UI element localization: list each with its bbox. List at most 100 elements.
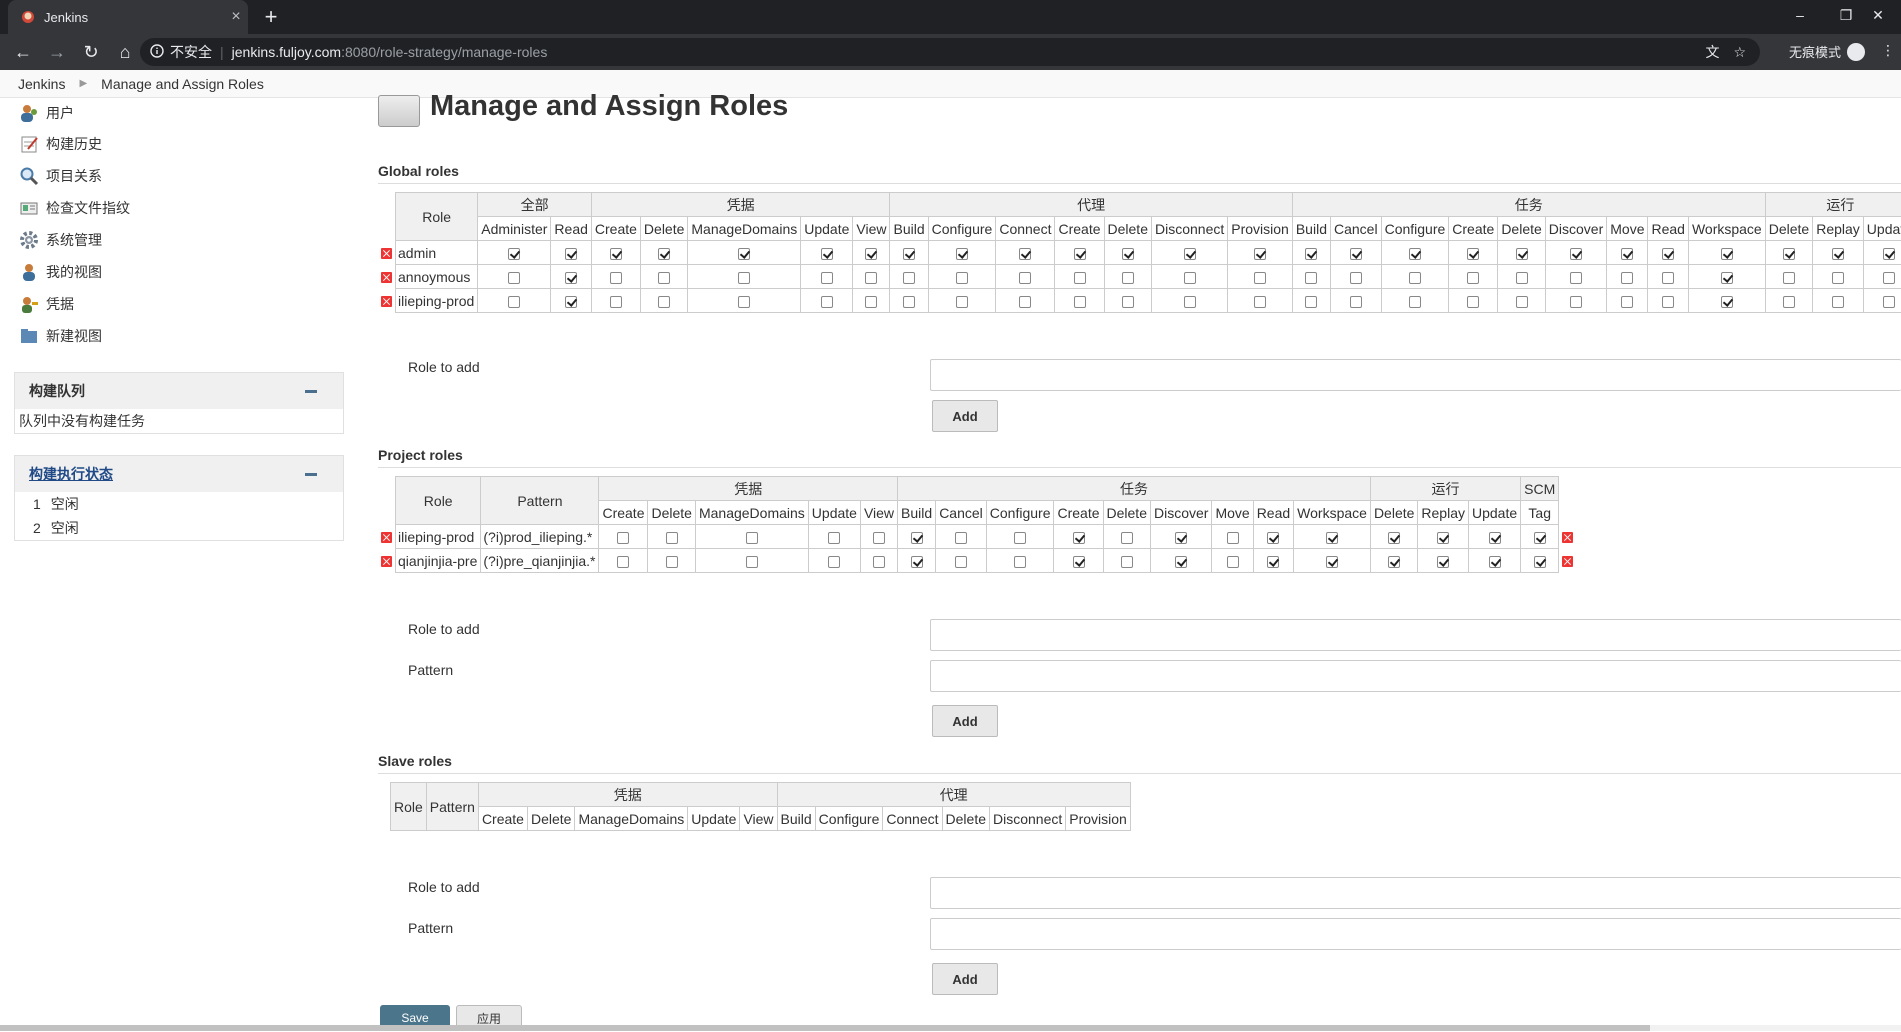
permission-checkbox[interactable] xyxy=(1074,272,1086,284)
permission-checkbox[interactable] xyxy=(1437,556,1449,568)
permission-checkbox[interactable] xyxy=(1467,248,1479,260)
permission-checkbox[interactable] xyxy=(1721,272,1733,284)
permission-checkbox[interactable] xyxy=(1074,296,1086,308)
permission-checkbox[interactable] xyxy=(1534,556,1546,568)
permission-checkbox[interactable] xyxy=(1073,556,1085,568)
executors-title[interactable]: 构建执行状态 xyxy=(29,464,113,484)
permission-checkbox[interactable] xyxy=(1721,296,1733,308)
slave-add-button[interactable]: Add xyxy=(932,963,998,995)
permission-checkbox[interactable] xyxy=(1388,532,1400,544)
permission-checkbox[interactable] xyxy=(1832,248,1844,260)
horizontal-scrollbar[interactable] xyxy=(0,1025,1901,1031)
permission-checkbox[interactable] xyxy=(1121,556,1133,568)
permission-checkbox[interactable] xyxy=(508,296,520,308)
sidebar-item-project-relationship[interactable]: 项目关系 xyxy=(18,164,102,188)
permission-checkbox[interactable] xyxy=(1409,272,1421,284)
permission-checkbox[interactable] xyxy=(865,248,877,260)
permission-checkbox[interactable] xyxy=(1019,272,1031,284)
collapse-icon[interactable] xyxy=(305,390,317,393)
project-pattern-input[interactable] xyxy=(930,660,1901,692)
permission-checkbox[interactable] xyxy=(1409,248,1421,260)
permission-checkbox[interactable] xyxy=(1267,532,1279,544)
permission-checkbox[interactable] xyxy=(821,248,833,260)
permission-checkbox[interactable] xyxy=(1175,532,1187,544)
permission-checkbox[interactable] xyxy=(1254,272,1266,284)
permission-checkbox[interactable] xyxy=(1073,532,1085,544)
permission-checkbox[interactable] xyxy=(956,248,968,260)
permission-checkbox[interactable] xyxy=(508,248,520,260)
delete-role-icon[interactable] xyxy=(381,556,392,567)
permission-checkbox[interactable] xyxy=(1516,296,1528,308)
permission-checkbox[interactable] xyxy=(1570,296,1582,308)
permission-checkbox[interactable] xyxy=(955,556,967,568)
permission-checkbox[interactable] xyxy=(1409,296,1421,308)
permission-checkbox[interactable] xyxy=(617,556,629,568)
incognito-indicator[interactable]: 无痕模式 xyxy=(1789,42,1865,61)
permission-checkbox[interactable] xyxy=(1721,248,1733,260)
delete-role-icon[interactable] xyxy=(1562,532,1573,543)
permission-checkbox[interactable] xyxy=(1662,272,1674,284)
permission-checkbox[interactable] xyxy=(903,248,915,260)
permission-checkbox[interactable] xyxy=(1184,248,1196,260)
permission-checkbox[interactable] xyxy=(1534,532,1546,544)
permission-checkbox[interactable] xyxy=(1783,248,1795,260)
permission-checkbox[interactable] xyxy=(617,532,629,544)
permission-checkbox[interactable] xyxy=(738,296,750,308)
permission-checkbox[interactable] xyxy=(610,272,622,284)
delete-role-icon[interactable] xyxy=(1562,556,1573,567)
address-bar[interactable]: 不安全 | jenkins.fuljoy.com :8080/role-stra… xyxy=(140,38,1760,66)
permission-checkbox[interactable] xyxy=(1662,296,1674,308)
permission-checkbox[interactable] xyxy=(1254,248,1266,260)
permission-checkbox[interactable] xyxy=(738,272,750,284)
permission-checkbox[interactable] xyxy=(1516,248,1528,260)
reload-icon[interactable]: ↻ xyxy=(74,37,108,67)
project-add-button[interactable]: Add xyxy=(932,705,998,737)
permission-checkbox[interactable] xyxy=(1254,296,1266,308)
permission-checkbox[interactable] xyxy=(1783,296,1795,308)
permission-checkbox[interactable] xyxy=(1832,272,1844,284)
breadcrumb-jenkins[interactable]: Jenkins xyxy=(18,76,65,92)
permission-checkbox[interactable] xyxy=(508,272,520,284)
permission-checkbox[interactable] xyxy=(1326,532,1338,544)
permission-checkbox[interactable] xyxy=(1570,248,1582,260)
permission-checkbox[interactable] xyxy=(1014,556,1026,568)
permission-checkbox[interactable] xyxy=(1175,556,1187,568)
permission-checkbox[interactable] xyxy=(565,248,577,260)
permission-checkbox[interactable] xyxy=(610,248,622,260)
permission-checkbox[interactable] xyxy=(658,248,670,260)
permission-checkbox[interactable] xyxy=(821,272,833,284)
window-close-icon[interactable]: ✕ xyxy=(1855,0,1901,30)
back-icon[interactable]: ← xyxy=(6,37,40,67)
permission-checkbox[interactable] xyxy=(1570,272,1582,284)
permission-checkbox[interactable] xyxy=(1122,272,1134,284)
permission-checkbox[interactable] xyxy=(1883,272,1895,284)
permission-checkbox[interactable] xyxy=(1121,532,1133,544)
permission-checkbox[interactable] xyxy=(1350,272,1362,284)
permission-checkbox[interactable] xyxy=(1783,272,1795,284)
permission-checkbox[interactable] xyxy=(1122,296,1134,308)
permission-checkbox[interactable] xyxy=(828,556,840,568)
permission-checkbox[interactable] xyxy=(565,296,577,308)
sidebar-item-credentials[interactable]: 凭据 xyxy=(18,292,74,316)
permission-checkbox[interactable] xyxy=(1489,556,1501,568)
permission-checkbox[interactable] xyxy=(1467,296,1479,308)
permission-checkbox[interactable] xyxy=(565,272,577,284)
permission-checkbox[interactable] xyxy=(1014,532,1026,544)
permission-checkbox[interactable] xyxy=(1832,296,1844,308)
permission-checkbox[interactable] xyxy=(666,556,678,568)
permission-checkbox[interactable] xyxy=(956,272,968,284)
sidebar-item-build-history[interactable]: 构建历史 xyxy=(18,132,102,156)
permission-checkbox[interactable] xyxy=(1019,248,1031,260)
sidebar-item-fingerprint[interactable]: 检查文件指纹 xyxy=(18,196,130,220)
home-icon[interactable]: ⌂ xyxy=(108,37,142,67)
permission-checkbox[interactable] xyxy=(738,248,750,260)
slave-role-to-add-input[interactable] xyxy=(930,877,1901,909)
browser-tab[interactable]: Jenkins × xyxy=(8,0,248,34)
permission-checkbox[interactable] xyxy=(911,532,923,544)
forward-icon[interactable]: → xyxy=(40,37,74,67)
role-pattern[interactable]: (?i)pre_qianjinjia.* xyxy=(481,549,599,573)
permission-checkbox[interactable] xyxy=(1489,532,1501,544)
permission-checkbox[interactable] xyxy=(1621,248,1633,260)
permission-checkbox[interactable] xyxy=(1326,556,1338,568)
sidebar-item-users[interactable]: 用户 xyxy=(18,101,74,125)
